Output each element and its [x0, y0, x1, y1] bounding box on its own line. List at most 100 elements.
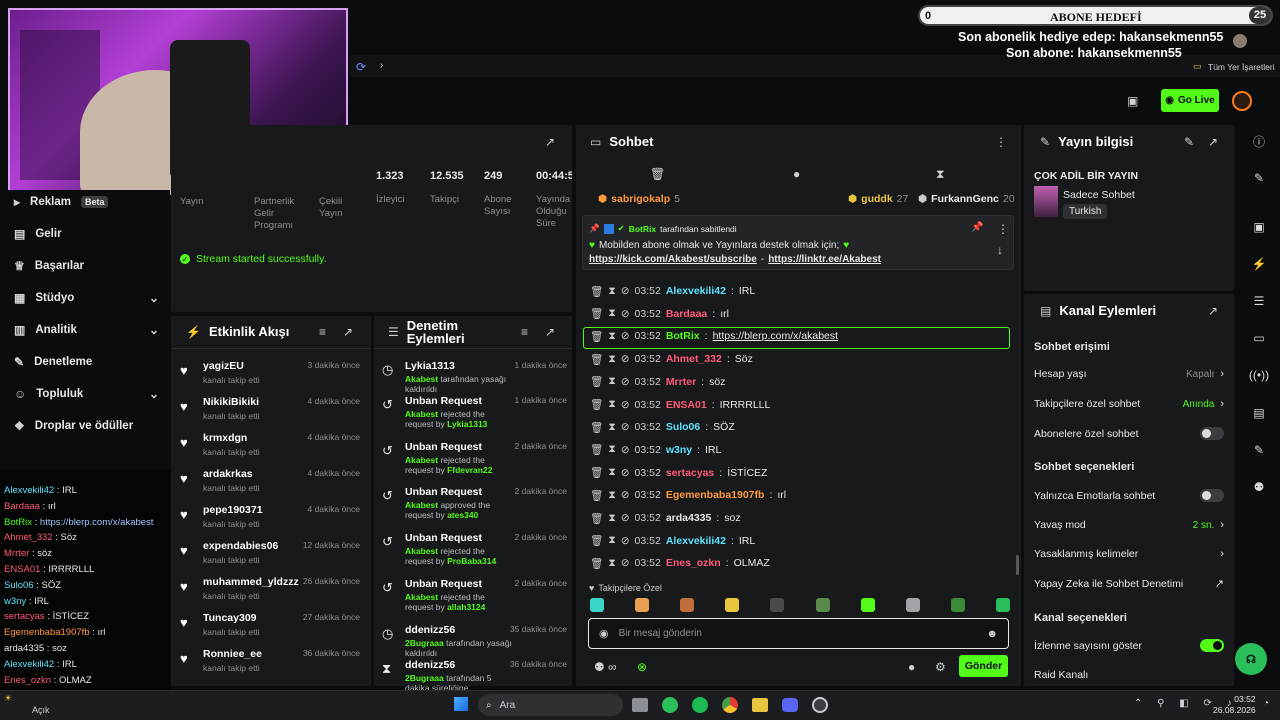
activity-item[interactable]: ♥ krmxdgn kanalı takip etti 4 dakika önc…	[180, 432, 365, 457]
sidebar-item-basarilar[interactable]: ♕ Başarılar	[14, 259, 84, 273]
moderation-item[interactable]: ↺ Unban Request Akabest rejected the req…	[382, 532, 567, 566]
raid-channel-label[interactable]: Raid Kanalı	[1034, 669, 1088, 681]
edit-icon[interactable]: ✎	[1184, 135, 1194, 149]
lightning-icon[interactable]: ⚡	[1250, 255, 1268, 273]
hourglass-icon[interactable]: ⧗	[608, 375, 615, 388]
activity-item[interactable]: ♥ expendabies06 kanalı takip etti 12 dak…	[180, 540, 365, 565]
chat-username[interactable]: Ahmet_332	[666, 353, 722, 365]
ban-icon[interactable]: ⊘	[621, 421, 630, 433]
trash-icon[interactable]: 🗑	[650, 167, 665, 181]
emoji-icon[interactable]: ☻	[986, 628, 998, 640]
moderation-item[interactable]: ↺ Unban Request Akabest approved the req…	[382, 486, 567, 520]
moderation-name[interactable]: Unban Request	[405, 532, 515, 544]
sidebar-item-analitik[interactable]: ▥ Analitik ⌄	[14, 323, 159, 337]
emote-icon[interactable]	[590, 598, 604, 612]
subs-chat-toggle[interactable]	[1200, 427, 1224, 440]
chat-scrollbar[interactable]	[1016, 555, 1019, 575]
trash-icon[interactable]: 🗑	[590, 443, 603, 456]
trash-icon[interactable]: 🗑	[590, 285, 603, 298]
moderation-target[interactable]: allah3124	[447, 602, 485, 612]
emote-only-toggle[interactable]	[1200, 489, 1224, 502]
chat-username[interactable]: Enes_ozkn	[666, 557, 721, 569]
trash-icon[interactable]: 🗑	[590, 489, 603, 502]
moderation-target[interactable]: ProBaba314	[447, 556, 496, 566]
hourglass-icon[interactable]: ⧗	[608, 421, 615, 434]
activity-item[interactable]: ♥ NikikiBikiki kanalı takip etti 4 dakik…	[180, 396, 365, 421]
trash-icon[interactable]: 🗑	[590, 398, 603, 411]
show-views-toggle[interactable]	[1200, 639, 1224, 652]
account-age-row[interactable]: Hesap yaşı Kapalı ›	[1034, 368, 1224, 380]
taskbar-search[interactable]: ⌕ Ara	[478, 694, 623, 716]
chat-message[interactable]: 🗑 ⧗ ⊘ 03:52 Bardaaa: ırl	[590, 306, 729, 322]
windows-start-icon[interactable]	[454, 697, 468, 711]
sidebar-item-studyo[interactable]: ▦ Stüdyo ⌄	[14, 291, 159, 305]
moderation-name[interactable]: Unban Request	[405, 441, 515, 453]
moderation-actor[interactable]: Akabest	[405, 546, 438, 556]
ban-icon[interactable]: ⊘	[621, 444, 630, 456]
refresh-icon[interactable]: ⟳	[356, 60, 366, 74]
activity-item[interactable]: ♥ ardakrkas kanalı takip etti 4 dakika ö…	[180, 468, 365, 493]
hourglass-icon[interactable]: ⧗	[608, 443, 615, 456]
chat-input[interactable]: Bir mesaj gönderin	[619, 628, 977, 639]
ban-icon[interactable]: ⊘	[621, 512, 630, 524]
ban-icon[interactable]: ⊘	[621, 353, 630, 365]
trash-icon[interactable]: 🗑	[590, 421, 603, 434]
obs-icon[interactable]	[812, 697, 828, 713]
sidebar-item-denetleme[interactable]: ✎ Denetleme	[14, 355, 92, 369]
sidebar-item-gelir[interactable]: ▤ Gelir	[14, 227, 62, 241]
broadcast-icon[interactable]: ((•))	[1249, 366, 1269, 384]
ban-icon[interactable]: ⊘	[621, 535, 630, 547]
trash-icon[interactable]: 🗑	[590, 534, 603, 547]
kick-icon[interactable]: ⊗	[637, 660, 647, 674]
wrench-icon[interactable]: ✎	[1250, 441, 1268, 459]
list-icon[interactable]: ☰	[1250, 292, 1268, 310]
chat-username[interactable]: w3ny	[666, 444, 692, 456]
profile-avatar[interactable]	[1233, 34, 1247, 48]
send-button[interactable]: Gönder	[959, 655, 1008, 677]
activity-item[interactable]: ♥ yagizEU kanalı takip etti 3 dakika önc…	[180, 360, 365, 385]
chat-message[interactable]: 🗑 ⧗ ⊘ 03:52 Alexvekili42: IRL	[590, 533, 755, 549]
whatsapp-icon[interactable]	[662, 697, 678, 713]
emote-icon[interactable]	[725, 598, 740, 612]
sidebar-item-droplar[interactable]: ❖ Droplar ve ödüller	[14, 419, 133, 433]
arrow-down-icon[interactable]: ↓	[997, 243, 1003, 257]
users-icon[interactable]: ⚉	[594, 660, 605, 674]
emote-icon[interactable]	[950, 598, 965, 612]
unpin-icon[interactable]: 📌	[971, 222, 983, 233]
moderation-item[interactable]: ⧗ ddenizz56 2Bugraaa tarafından 5 dakika…	[382, 659, 567, 693]
moderation-item[interactable]: ↺ Unban Request Akabest rejected the req…	[382, 441, 567, 475]
hourglass-icon[interactable]: ⧗	[608, 512, 615, 525]
chat-message[interactable]: 🗑 ⧗ ⊘ 03:52 Egemenbaba1907fb: ırl	[590, 487, 786, 503]
forward-icon[interactable]: ›	[380, 60, 383, 71]
moderation-name[interactable]: Unban Request	[405, 395, 515, 407]
chrome-icon[interactable]	[722, 697, 738, 713]
slow-mode-row[interactable]: Yavaş mod 2 sn. ›	[1034, 519, 1224, 531]
chat-message[interactable]: 🗑 ⧗ ⊘ 03:52 Sulo06: SÖZ	[590, 419, 735, 435]
moderation-actor[interactable]: Akabest	[405, 409, 438, 419]
info-icon[interactable]: ⓘ	[1250, 132, 1268, 150]
ban-icon[interactable]: ⊘	[621, 376, 630, 388]
chat-message[interactable]: 🗑 ⧗ ⊘ 03:52 arda4335: soz	[590, 510, 741, 526]
chat-username[interactable]: Mrrter	[666, 376, 696, 388]
ai-mod-row[interactable]: Yapay Zeka ile Sohbet Denetimi ↗	[1034, 577, 1224, 591]
pinned-link-subscribe[interactable]: https://kick.com/Akabest/subscribe	[589, 254, 757, 265]
ban-icon[interactable]: ⊘	[621, 399, 630, 411]
chat-username[interactable]: arda4335	[666, 512, 712, 524]
hourglass-icon[interactable]: ⧗	[608, 534, 615, 547]
hourglass-icon[interactable]: ⧗	[608, 307, 615, 320]
moderation-actor[interactable]: Akabest	[405, 500, 438, 510]
moderation-item[interactable]: ↺ Unban Request Akabest rejected the req…	[382, 395, 567, 429]
user-avatar[interactable]	[1232, 91, 1252, 111]
ban-icon[interactable]: ⊘	[621, 467, 630, 479]
moderation-item[interactable]: ◷ Lykia1313 Akabest tarafından yasağı ka…	[382, 360, 567, 394]
activity-item[interactable]: ♥ muhammed_yldzzz kanalı takip etti 26 d…	[180, 576, 365, 601]
chat-message[interactable]: 🗑 ⧗ ⊘ 03:52 w3ny: IRL	[590, 442, 721, 458]
bookmarks-link[interactable]: Tüm Yer İşaretleri	[1208, 62, 1275, 72]
gear-icon[interactable]: ⚙	[935, 660, 946, 674]
infinity-icon[interactable]: ∞	[608, 660, 617, 674]
chat-username[interactable]: sertacyas	[666, 467, 714, 479]
chat-settings-icon[interactable]: ●	[908, 660, 915, 674]
ban-icon[interactable]: ⊘	[621, 489, 630, 501]
chat-username[interactable]: Egemenbaba1907fb	[666, 489, 765, 501]
trash-icon[interactable]: 🗑	[590, 307, 603, 320]
